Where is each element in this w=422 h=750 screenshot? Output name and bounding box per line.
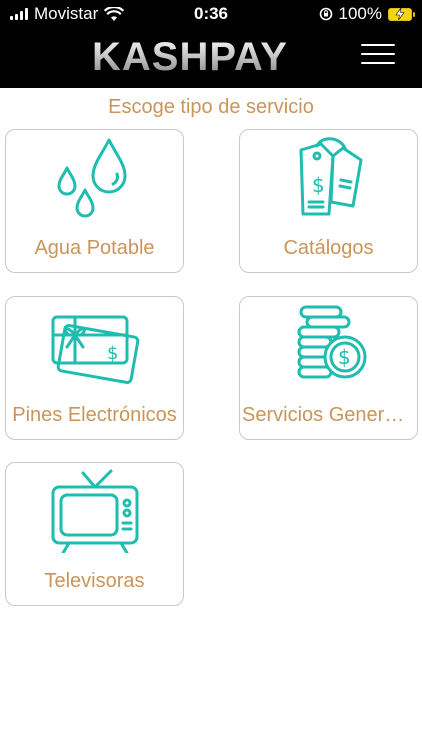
kashpay-logo: KASHPAY: [92, 35, 328, 79]
hamburger-menu-button[interactable]: [361, 44, 395, 64]
battery-percent: 100%: [338, 4, 382, 23]
svg-text:$: $: [338, 345, 351, 369]
status-bar: Movistar 0:36 100%: [0, 0, 422, 30]
card-label: Pines Electrónicos: [12, 404, 177, 426]
card-label: Catálogos: [283, 237, 374, 259]
television-icon: [51, 469, 138, 553]
svg-text:$: $: [312, 173, 325, 197]
status-right: 100%: [319, 4, 415, 24]
coins-icon: $: [297, 305, 366, 379]
service-card-televisoras[interactable]: Televisoras: [5, 462, 184, 606]
water-drops-icon: [57, 138, 126, 218]
card-label: Agua Potable: [34, 237, 155, 259]
service-card-servicios-generales[interactable]: $ Servicios Generales: [239, 296, 418, 440]
service-card-catalogos[interactable]: $ Catálogos: [239, 129, 418, 273]
service-card-agua-potable[interactable]: Agua Potable: [5, 129, 184, 273]
card-label: Televisoras: [44, 570, 145, 592]
orientation-lock-icon: [319, 7, 332, 21]
price-tags-icon: $: [299, 137, 362, 216]
card-label: Servicios Generales: [242, 404, 417, 426]
page-title: Escoge tipo de servicio: [108, 96, 314, 118]
svg-text:$: $: [107, 343, 118, 364]
app-header: Movistar 0:36 100% KASHPAY: [0, 0, 422, 88]
gift-card-icon: $: [51, 315, 139, 384]
service-card-pines-electronicos[interactable]: $ Pines Electrónicos: [5, 296, 184, 440]
battery-icon: [388, 7, 415, 21]
